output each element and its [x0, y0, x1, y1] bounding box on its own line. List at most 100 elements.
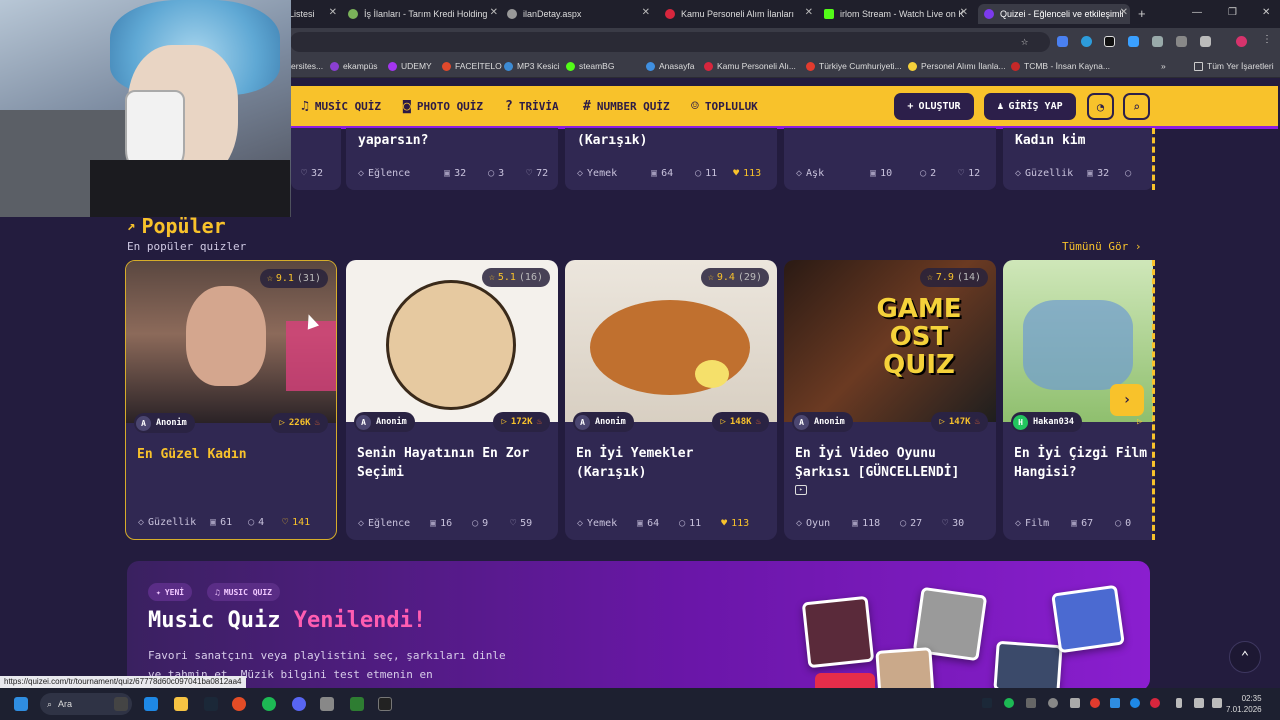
browser-tab[interactable]: İş İlanları - Tarım Kredi Holding ✕: [348, 4, 500, 24]
author-chip[interactable]: A Anonim: [134, 413, 195, 433]
extension-icon[interactable]: [1081, 36, 1092, 47]
spotify-icon[interactable]: [262, 697, 276, 711]
profile-avatar[interactable]: [1236, 36, 1247, 47]
bookmark-item[interactable]: Anasayfa: [646, 61, 694, 71]
network-icon[interactable]: [1194, 698, 1204, 708]
quiz-card-title[interactable]: En İyi Video Oyunu Şarkısı [GÜNCELLENDİ]: [795, 444, 990, 482]
quiz-card-partial[interactable]: yaparsın? ◇ Eğlence ▣ 32 ◯ 3 ♡ 72: [346, 128, 558, 190]
puzzle-icon[interactable]: [1200, 36, 1211, 47]
author-chip[interactable]: H Hakan034: [1011, 412, 1082, 432]
browser-tab[interactable]: Kamu Personeli Alım İlanları ✕: [665, 4, 815, 24]
extension-icon[interactable]: [1104, 36, 1115, 47]
close-icon[interactable]: ✕: [490, 7, 498, 18]
close-icon[interactable]: ✕: [329, 7, 337, 18]
new-tab-button[interactable]: +: [1138, 6, 1146, 21]
quiz-card-title[interactable]: En Güzel Kadın: [137, 445, 332, 464]
app-icon[interactable]: [350, 697, 364, 711]
discord-icon[interactable]: [292, 697, 306, 711]
bookmark-item[interactable]: Türkiye Cumhuriyeti...: [806, 61, 902, 71]
close-icon[interactable]: ✕: [960, 7, 968, 18]
quiz-card-partial[interactable]: ♡ 32: [291, 128, 341, 190]
play-icon: ▷: [939, 417, 945, 427]
tray-icon[interactable]: [1090, 698, 1100, 708]
quiz-card-title[interactable]: En İyi Yemekler (Karışık): [576, 444, 771, 482]
browser-tab[interactable]: Listesi ✕: [289, 4, 339, 24]
explorer-icon[interactable]: [174, 697, 188, 711]
bookmark-item[interactable]: FACEİTELO: [442, 61, 502, 71]
tray-icon[interactable]: [1070, 698, 1080, 708]
system-clock[interactable]: 02:35 7.01.2026: [1226, 693, 1262, 715]
windows-start-icon[interactable]: [14, 697, 28, 711]
nav-music-quiz[interactable]: ♫ MUSİC QUİZ: [301, 99, 381, 114]
microphone-icon[interactable]: [1176, 698, 1182, 708]
bookmarks-overflow[interactable]: »: [1161, 61, 1166, 71]
tray-spotify-icon[interactable]: [1004, 698, 1014, 708]
chrome-icon[interactable]: [232, 697, 246, 711]
nav-topluluk[interactable]: ☺ TOPLULUK: [691, 99, 758, 114]
bookmark-item[interactable]: ekampüs: [330, 61, 378, 71]
extension-icon[interactable]: [1152, 36, 1163, 47]
browser-tab[interactable]: irlom Stream - Watch Live on K ✕: [824, 4, 970, 24]
bookmark-item[interactable]: MP3 Kesici: [504, 61, 560, 71]
see-all-link[interactable]: Tümünü Gör ›: [1062, 240, 1141, 253]
browser-tab[interactable]: ilanDetay.aspx ✕: [507, 4, 652, 24]
search-icon[interactable]: ⌕: [1123, 93, 1150, 120]
section-title: ↗ Popüler: [127, 214, 226, 238]
author-chip[interactable]: A Anonim: [573, 412, 634, 432]
bookmark-star-icon[interactable]: ☆: [1021, 34, 1028, 48]
bookmark-item[interactable]: Tüm Yer İşaretleri: [1194, 61, 1274, 71]
browser-tab-active[interactable]: Quizei - Eğlenceli ve etkileşimli ✕: [978, 4, 1130, 24]
quiz-card-title[interactable]: Senin Hayatının En Zor Seçimi: [357, 444, 552, 482]
close-icon[interactable]: ✕: [805, 7, 813, 18]
close-icon[interactable]: ✕: [1120, 7, 1128, 18]
quiz-card[interactable]: GAME OST QUIZ ☆ 7.9 (14) A Anonim ▷ 147K ♨ En İ…: [784, 260, 996, 540]
tray-icon[interactable]: [1026, 698, 1036, 708]
volume-icon[interactable]: [1212, 698, 1222, 708]
store-icon[interactable]: [144, 697, 158, 711]
quiz-card[interactable]: ☆ 9.4 (29) A Anonim ▷ 148K ♨ En İyi Yemekler …: [565, 260, 777, 540]
quiz-card-partial[interactable]: Kadın kim ◇ Güzellik ▣ 32 ◯: [1003, 128, 1153, 190]
carousel-next-button[interactable]: ›: [1110, 384, 1144, 416]
notification-bell-icon[interactable]: ◔: [1087, 93, 1114, 120]
extension-icon[interactable]: [1176, 36, 1187, 47]
tray-steam-icon[interactable]: [982, 698, 992, 708]
artist-photo: [801, 595, 875, 669]
create-button[interactable]: + OLUŞTUR: [894, 93, 974, 120]
music-quiz-banner[interactable]: ✦ YENİ ♫ MUSIC QUIZ Music Quiz Yenilendi! …: [127, 561, 1150, 691]
author-chip[interactable]: A Anonim: [792, 412, 853, 432]
restore-icon[interactable]: ❐: [1228, 7, 1237, 18]
media-player-icon[interactable]: [320, 697, 334, 711]
translate-icon[interactable]: [1057, 36, 1068, 47]
bookmark-item[interactable]: ersites...: [291, 61, 323, 71]
tray-icon[interactable]: [1048, 698, 1058, 708]
bookmark-item[interactable]: UDEMY: [388, 61, 432, 71]
steam-icon[interactable]: [204, 697, 218, 711]
close-window-icon[interactable]: ✕: [1262, 7, 1270, 18]
bookmark-item[interactable]: TCMB - İnsan Kayna...: [1011, 61, 1110, 71]
extension-icon[interactable]: [1128, 36, 1139, 47]
nav-trivia[interactable]: ? TRİVİA: [505, 99, 559, 114]
login-button[interactable]: ♟ GİRİŞ YAP: [984, 93, 1076, 120]
omnibox[interactable]: [290, 32, 1050, 52]
task-view-icon[interactable]: [114, 697, 128, 711]
nav-number-quiz[interactable]: # NUMBER QUİZ: [583, 99, 670, 114]
tray-icon[interactable]: [1150, 698, 1160, 708]
epic-games-icon[interactable]: [378, 697, 392, 711]
quiz-card-title[interactable]: En İyi Çizgi Film Hangisi?: [1014, 444, 1153, 482]
tray-icon[interactable]: [1110, 698, 1120, 708]
bookmark-item[interactable]: Personel Alımı İlanla...: [908, 61, 1006, 71]
bookmark-item[interactable]: Kamu Personeli Alı...: [704, 61, 796, 71]
scroll-to-top-button[interactable]: ⌃: [1229, 641, 1261, 673]
quiz-card[interactable]: ☆ 5.1 (16) A Anonim ▷ 172K ♨ Senin Hayatının …: [346, 260, 558, 540]
nav-photo-quiz[interactable]: ◙ PHOTO QUİZ: [403, 99, 483, 114]
menu-dots-icon[interactable]: ⋮: [1262, 34, 1273, 45]
quiz-card-partial[interactable]: ◇ Aşk ▣ 10 ◯ 2 ♡ 12: [784, 128, 996, 190]
cartoon-characters: [1023, 300, 1133, 390]
bookmark-item[interactable]: steamBG: [566, 61, 614, 71]
author-chip[interactable]: A Anonim: [354, 412, 415, 432]
minimize-icon[interactable]: —: [1192, 7, 1202, 18]
close-icon[interactable]: ✕: [642, 7, 650, 18]
tray-icon[interactable]: [1130, 698, 1140, 708]
quiz-card[interactable]: ☆ 9.1 (31) A Anonim ▷ 226K ♨ En Güzel Kadın ◇…: [125, 260, 337, 540]
quiz-card-partial[interactable]: (Karışık) ◇ Yemek ▣ 64 ◯ 11 ♥ 113: [565, 128, 777, 190]
